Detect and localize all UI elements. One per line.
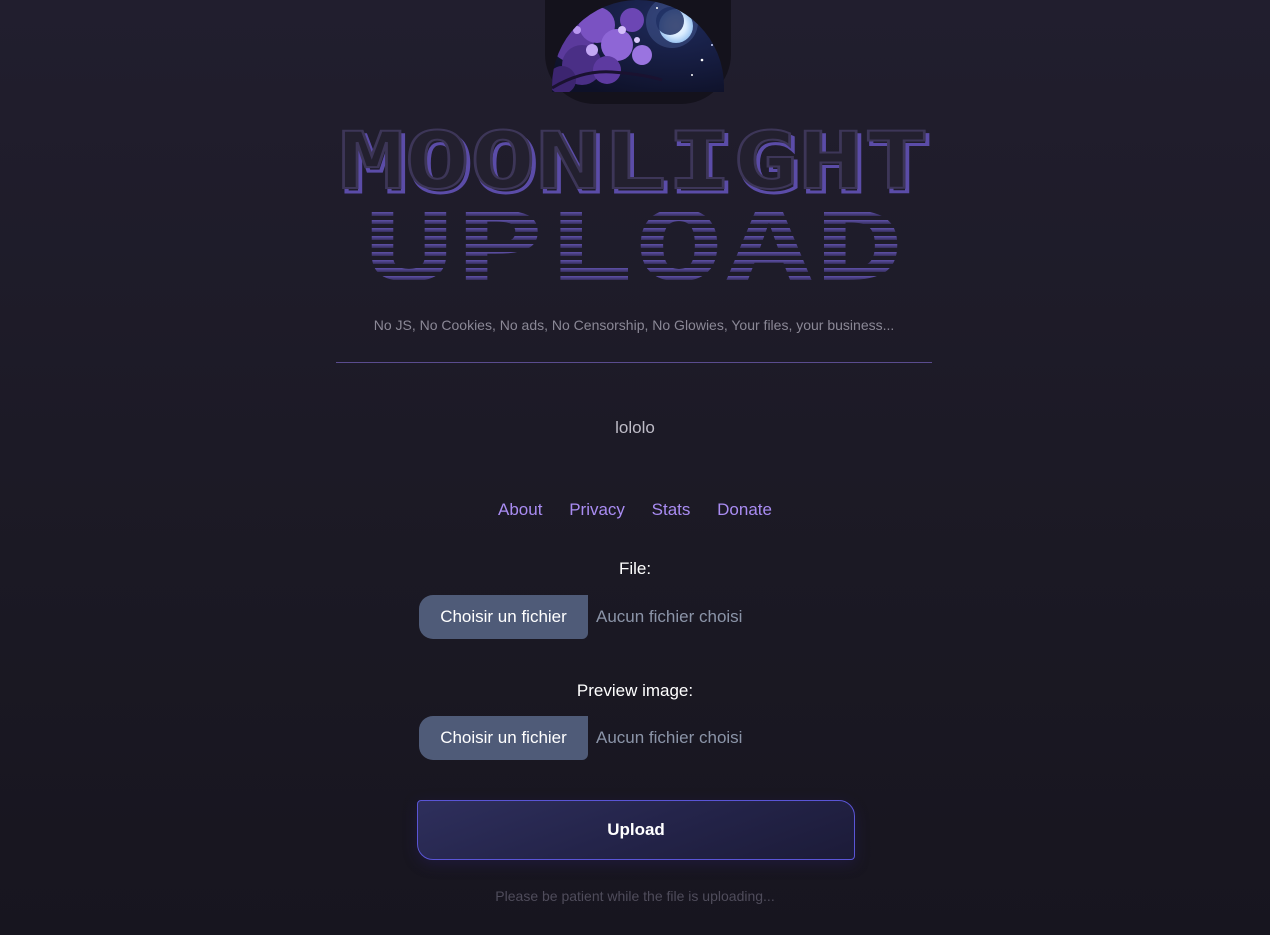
- nav-links: About Privacy Stats Donate: [0, 500, 1270, 520]
- nav-link-about[interactable]: About: [498, 500, 542, 519]
- upload-hint: Please be patient while the file is uplo…: [495, 888, 775, 904]
- message-text: lololo: [615, 418, 655, 437]
- divider: [336, 362, 932, 363]
- preview-status: Aucun fichier choisi: [596, 728, 743, 747]
- site-logo[interactable]: MOONLIGHT MOONLIGHT UPLOAD: [336, 124, 932, 294]
- nav-link-donate[interactable]: Donate: [717, 500, 772, 519]
- file-status: Aucun fichier choisi: [596, 607, 743, 626]
- tagline: No JS, No Cookies, No ads, No Censorship…: [373, 317, 895, 333]
- file-label: File:: [618, 559, 652, 578]
- file-choose-button[interactable]: Choisir un fichier: [419, 595, 588, 639]
- file-input: Choisir un fichier Aucun fichier choisi: [419, 595, 742, 639]
- logo-line2: UPLOAD: [364, 191, 904, 294]
- upload-button[interactable]: Upload: [417, 800, 855, 860]
- nav-link-privacy[interactable]: Privacy: [569, 500, 625, 519]
- preview-label: Preview image:: [576, 681, 694, 700]
- preview-choose-button[interactable]: Choisir un fichier: [419, 716, 588, 760]
- nav-link-stats[interactable]: Stats: [652, 500, 691, 519]
- moon-night-icon: [552, 0, 724, 92]
- preview-input: Choisir un fichier Aucun fichier choisi: [419, 716, 742, 760]
- moon-badge: [545, 0, 731, 104]
